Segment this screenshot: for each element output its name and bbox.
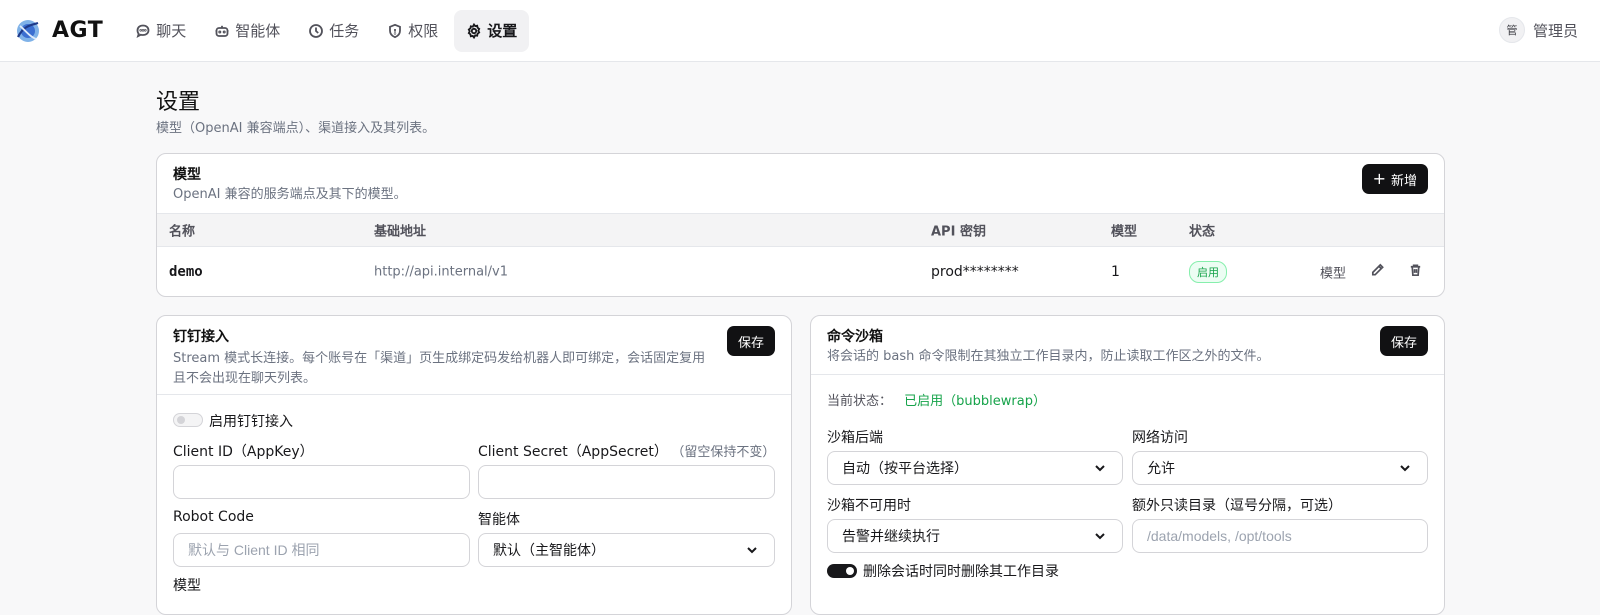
page-subtitle: 模型（OpenAI 兼容端点）、渠道接入及其列表。 [156,121,436,136]
robot-code-input[interactable]: 默认与 Client ID 相同 [173,533,470,567]
status-badge: 启用 [1189,261,1227,283]
sandbox-save-button[interactable]: 保存 [1379,326,1428,356]
models-title: 模型 [173,167,201,183]
dingtalk-card-header: 钉钉接入 Stream 模式长连接。每个账号在「渠道」页生成绑定码发给机器人即可… [157,316,791,395]
column-header: API 密钥 [931,224,986,240]
toggle-knob [846,567,854,575]
dingtalk-enable-label: 启用钉钉接入 [209,414,293,430]
page-title: 设置 [156,90,201,115]
robot-code-label: Robot Code [173,509,254,525]
dingtalk-card: 钉钉接入 Stream 模式长连接。每个账号在「渠道」页生成绑定码发给机器人即可… [156,315,792,615]
delete-workdir-label: 删除会话时同时删除其工作目录 [863,564,1059,580]
sandbox-status: 当前状态： 已启用（bubblewrap） [827,390,1046,409]
table-row[interactable]: demo http://api.internal/v1 prod********… [157,247,1444,296]
agent-select[interactable]: 默认（主智能体） [478,533,775,567]
sandbox-unavailable-value: 告警并继续执行 [842,529,940,545]
models-card-header: 模型 OpenAI 兼容的服务端点及其下的模型。 + 新增 [157,154,1444,215]
toggle-knob [177,416,185,424]
model-base-url: http://api.internal/v1 [374,264,509,280]
column-header: 名称 [169,224,196,240]
shield-icon [389,23,402,38]
save-label: 保存 [737,335,764,351]
column-header: 状态 [1189,224,1216,240]
client-secret-hint: （留空保持不变） [677,445,776,460]
models-desc: OpenAI 兼容的服务端点及其下的模型。 [173,187,407,202]
nav-item-chat[interactable]: 聊天 [123,10,198,52]
sandbox-status-value: 已启用（bubblewrap） [904,394,1046,409]
sandbox-backend-value: 自动（按平台选择） [842,461,968,477]
nav-label: 智能体 [235,22,281,40]
plus-icon: + [1372,169,1386,188]
chevron-down-icon [747,547,757,554]
save-label: 保存 [1390,335,1417,351]
model-label: 模型 [173,578,201,594]
column-header: 基础地址 [374,224,427,240]
nav-label: 任务 [329,22,360,40]
column-header: 模型 [1111,224,1138,240]
model-name: demo [169,264,203,280]
trash-icon [1410,264,1421,276]
dingtalk-save-button[interactable]: 保存 [726,326,775,356]
sandbox-title: 命令沙箱 [827,329,883,345]
sandbox-backend-select[interactable]: 自动（按平台选择） [827,451,1123,485]
client-secret-label: Client Secret（AppSecret） （留空保持不变） [478,441,775,461]
model-api-key: prod******** [931,264,1019,280]
brand-name: AGT [52,18,104,43]
nav-label: 设置 [487,22,518,40]
nav-item-settings[interactable]: 设置 [454,9,530,52]
logo-icon [17,19,39,42]
models-card: 模型 OpenAI 兼容的服务端点及其下的模型。 + 新增 名称 基础地址 AP… [156,153,1445,297]
add-model-button[interactable]: + 新增 [1361,164,1428,194]
network-access-select[interactable]: 允许 [1132,451,1428,485]
sandbox-desc: 将会话的 bash 命令限制在其独立工作目录内，防止读取工作区之外的文件。 [827,349,1270,364]
client-id-input[interactable] [173,465,470,499]
user-menu[interactable]: 管 管理员 [1498,17,1578,43]
nav-label: 聊天 [156,22,187,40]
avatar: 管 [1498,17,1525,43]
network-access-value: 允许 [1147,461,1175,477]
chevron-down-icon [1400,465,1410,472]
nav-item-agents[interactable]: 智能体 [202,10,292,52]
sandbox-backend-label: 沙箱后端 [827,430,883,446]
chevron-down-icon [1095,533,1105,540]
add-model-label: 新增 [1390,173,1417,189]
dingtalk-desc: Stream 模式长连接。每个账号在「渠道」页生成绑定码发给机器人即可绑定，会话… [173,351,706,386]
dingtalk-title: 钉钉接入 [173,329,229,345]
main-nav: 聊天 智能体 任务 权限 设置 [123,9,530,52]
model-count: 1 [1111,264,1120,280]
models-link-button[interactable]: 模型 [1320,263,1346,282]
top-bar: AGT 聊天 智能体 任务 权限 设置 管 管理员 [0,0,1600,62]
sandbox-card-header: 命令沙箱 将会话的 bash 命令限制在其独立工作目录内，防止读取工作区之外的文… [811,316,1444,375]
sandbox-unavailable-label: 沙箱不可用时 [827,498,911,514]
sandbox-unavailable-select[interactable]: 告警并继续执行 [827,519,1123,553]
edit-button[interactable] [1370,263,1385,282]
nav-item-permissions[interactable]: 权限 [375,10,450,52]
chevron-down-icon [1095,465,1105,472]
client-id-label: Client ID（AppKey） [173,444,314,460]
nav-item-tasks[interactable]: 任务 [296,10,371,52]
agent-select-value: 默认（主智能体） [493,543,605,559]
network-access-label: 网络访问 [1132,430,1188,446]
sandbox-card: 命令沙箱 将会话的 bash 命令限制在其独立工作目录内，防止读取工作区之外的文… [810,315,1445,615]
nav-label: 权限 [408,22,439,40]
pencil-icon [1371,263,1384,276]
extra-readonly-label: 额外只读目录（逗号分隔，可选） [1132,498,1342,514]
clock-icon [309,23,324,38]
sandbox-status-label: 当前状态： [827,394,893,409]
user-name: 管理员 [1532,21,1578,40]
logo[interactable]: AGT [14,17,103,45]
models-table-header: 名称 基础地址 API 密钥 模型 状态 [157,213,1444,247]
dingtalk-enable-toggle[interactable] [173,413,203,427]
chat-icon [136,24,150,38]
client-secret-input[interactable] [478,465,775,499]
extra-readonly-input[interactable]: /data/models, /opt/tools [1132,519,1428,553]
robot-icon [215,25,229,37]
gear-icon [467,22,481,39]
client-secret-label-text: Client Secret（AppSecret） [478,444,668,460]
agent-label: 智能体 [478,512,520,528]
delete-workdir-toggle[interactable] [827,564,857,578]
delete-button[interactable] [1408,263,1423,282]
